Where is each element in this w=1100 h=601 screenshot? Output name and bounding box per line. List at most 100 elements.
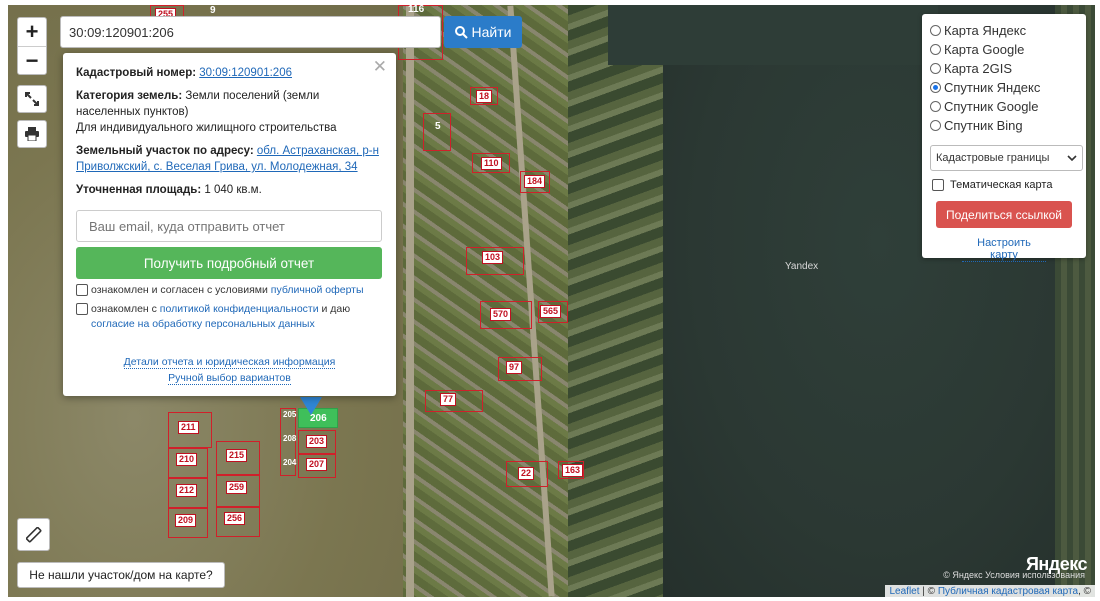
configure-map-link[interactable]: Настроить карту — [962, 237, 1046, 262]
search-button[interactable]: Найти — [444, 16, 522, 48]
search-input[interactable] — [60, 16, 441, 48]
not-found-button[interactable]: Не нашли участок/дом на карте? — [17, 562, 225, 588]
parcel-label: 5 — [435, 121, 441, 132]
cadastral-number-label: Кадастровый номер: — [76, 67, 197, 79]
address-row: Земельный участок по адресу: обл. Астрах… — [76, 143, 382, 175]
map-layers-panel: Карта Яндекс Карта Google Карта 2GIS Спу… — [922, 14, 1086, 262]
parcel-label: 209 — [175, 514, 197, 527]
parcel-label: 212 — [176, 484, 198, 497]
manual-selection-link[interactable]: Ручной выбор вариантов — [168, 372, 291, 385]
parcel-label: 116 — [408, 5, 425, 15]
privacy-consent-label-2: и даю — [318, 303, 351, 315]
close-icon[interactable]: ✕ — [373, 57, 387, 77]
leaflet-link[interactable]: Leaflet — [889, 586, 919, 597]
map-attribution: Leaflet | © Публичная кадастровая карта,… — [885, 585, 1095, 598]
layer-option-bing-satellite[interactable]: Спутник Bing — [930, 116, 1078, 135]
parcel-label: 97 — [506, 361, 523, 374]
parcel-label: 207 — [306, 458, 328, 471]
personal-data-consent-link[interactable]: согласие на обработку персональных данны… — [91, 318, 315, 330]
layer-option-google-map[interactable]: Карта Google — [930, 40, 1078, 59]
chevron-down-icon — [1067, 155, 1077, 161]
radio-button[interactable] — [930, 101, 941, 112]
zoom-out-button[interactable]: − — [18, 46, 46, 74]
land-category-row: Категория земель: Земли поселений (земли… — [76, 88, 382, 136]
privacy-consent-text: ознакомлен с политикой конфиденциальност… — [91, 302, 382, 332]
parcel-label: 570 — [490, 308, 512, 321]
privacy-consent-checkbox[interactable] — [76, 303, 88, 315]
parcel-label: 103 — [482, 251, 504, 264]
area-value: 1 040 кв.м. — [204, 184, 262, 196]
layer-option-label: Карта 2GIS — [944, 61, 1013, 76]
parcel-label: 205 — [283, 410, 297, 419]
parcel-label: 208 — [283, 434, 297, 443]
attribution-end: , © — [1078, 586, 1091, 597]
parcel-label: 203 — [306, 435, 328, 448]
layer-option-yandex-map[interactable]: Карта Яндекс — [930, 21, 1078, 40]
area-row: Уточненная площадь: 1 040 кв.м. — [76, 182, 382, 198]
search-icon — [454, 25, 468, 39]
parcel-label: 565 — [540, 305, 562, 318]
radio-button[interactable] — [930, 120, 941, 131]
thematic-map-row[interactable]: Тематическая карта — [932, 178, 1078, 191]
search-button-label: Найти — [471, 24, 512, 40]
cadastral-map-link[interactable]: Публичная кадастровая карта — [938, 586, 1078, 597]
parcel-label: 204 — [283, 458, 297, 467]
layer-option-google-satellite[interactable]: Спутник Google — [930, 97, 1078, 116]
public-offer-link[interactable]: публичной оферты — [271, 284, 364, 296]
layer-option-label: Спутник Яндекс — [944, 80, 1041, 95]
printer-icon — [25, 127, 39, 141]
radio-button[interactable] — [930, 63, 941, 74]
overlay-select-value: Кадастровые границы — [936, 152, 1050, 164]
parcel-label: 210 — [176, 453, 198, 466]
email-input[interactable] — [76, 210, 382, 242]
parcel-label: 211 — [178, 421, 199, 434]
area-label: Уточненная площадь: — [76, 184, 202, 196]
address-label: Земельный участок по адресу: — [76, 145, 254, 157]
parcel-label: 18 — [476, 90, 493, 103]
layer-option-label: Спутник Bing — [944, 118, 1023, 133]
zoom-in-button[interactable]: + — [18, 18, 46, 46]
radio-button-selected[interactable] — [930, 82, 941, 93]
report-details-link[interactable]: Детали отчета и юридическая информация — [123, 356, 336, 369]
parcel-label: 77 — [440, 393, 457, 406]
privacy-policy-link[interactable]: политикой конфиденциальности — [160, 303, 319, 315]
parcel-label: 22 — [518, 467, 535, 480]
ruler-icon — [25, 526, 41, 542]
radio-button[interactable] — [930, 44, 941, 55]
thematic-map-checkbox[interactable] — [932, 179, 944, 191]
layer-option-yandex-satellite[interactable]: Спутник Яндекс — [930, 78, 1078, 97]
offer-consent-checkbox[interactable] — [76, 284, 88, 296]
thematic-map-label: Тематическая карта — [950, 178, 1053, 191]
parcel-label: 184 — [524, 175, 546, 188]
map-copyright[interactable]: © Яндекс Условия использования — [943, 570, 1085, 580]
parcel-label: 215 — [226, 449, 248, 462]
offer-consent-row: ознакомлен и согласен с условиями публич… — [76, 283, 382, 298]
cadastral-number-row: Кадастровый номер: 30:09:120901:206 — [76, 65, 382, 81]
parcel-label: 9 — [210, 5, 216, 16]
parcel-info-popup: ✕ Кадастровый номер: 30:09:120901:206 Ка… — [63, 53, 396, 396]
map-road — [406, 5, 414, 597]
offer-consent-label: ознакомлен и согласен с условиями — [91, 284, 271, 296]
map-river — [608, 5, 938, 65]
get-report-button[interactable]: Получить подробный отчет — [76, 247, 382, 279]
privacy-consent-label: ознакомлен с — [91, 303, 160, 315]
cadastral-parcel[interactable] — [423, 113, 451, 151]
location-marker-icon[interactable] — [300, 397, 322, 415]
layer-option-label: Спутник Google — [944, 99, 1039, 114]
layer-option-label: Карта Яндекс — [944, 23, 1027, 38]
land-category-label: Категория земель: — [76, 90, 183, 102]
cadastral-number-link[interactable]: 30:09:120901:206 — [199, 67, 292, 79]
parcel-label: 110 — [481, 157, 502, 170]
layer-option-2gis-map[interactable]: Карта 2GIS — [930, 59, 1078, 78]
expand-icon — [25, 92, 39, 106]
zoom-control: + − — [17, 17, 47, 75]
fullscreen-button[interactable] — [17, 85, 47, 113]
overlay-select[interactable]: Кадастровые границы — [930, 145, 1083, 171]
share-link-button[interactable]: Поделиться ссылкой — [936, 201, 1072, 228]
popup-footer: Детали отчета и юридическая информация Р… — [63, 354, 396, 386]
measure-button[interactable] — [17, 518, 50, 551]
print-button[interactable] — [17, 120, 47, 148]
parcel-label: 259 — [226, 481, 248, 494]
radio-button[interactable] — [930, 25, 941, 36]
offer-consent-text: ознакомлен и согласен с условиями публич… — [91, 283, 364, 298]
